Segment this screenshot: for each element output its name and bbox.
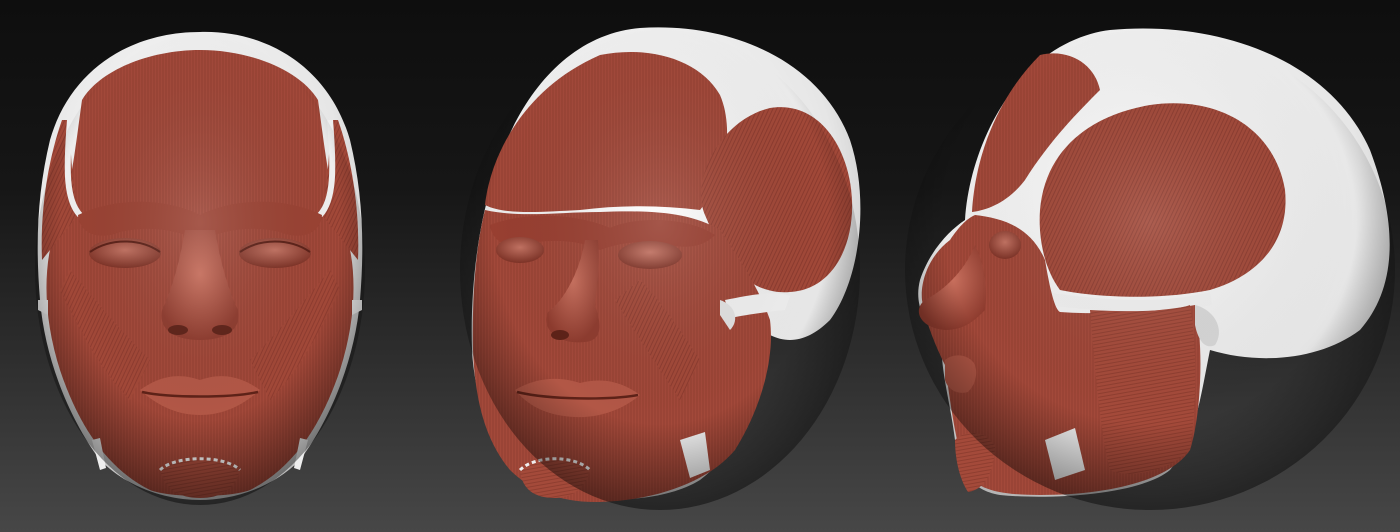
head-front-view [35, 31, 365, 505]
head-side-view [905, 28, 1395, 510]
ecorche-heads-render [35, 27, 1395, 510]
head-three-quarter-view [460, 27, 861, 510]
render-viewport [0, 0, 1400, 532]
